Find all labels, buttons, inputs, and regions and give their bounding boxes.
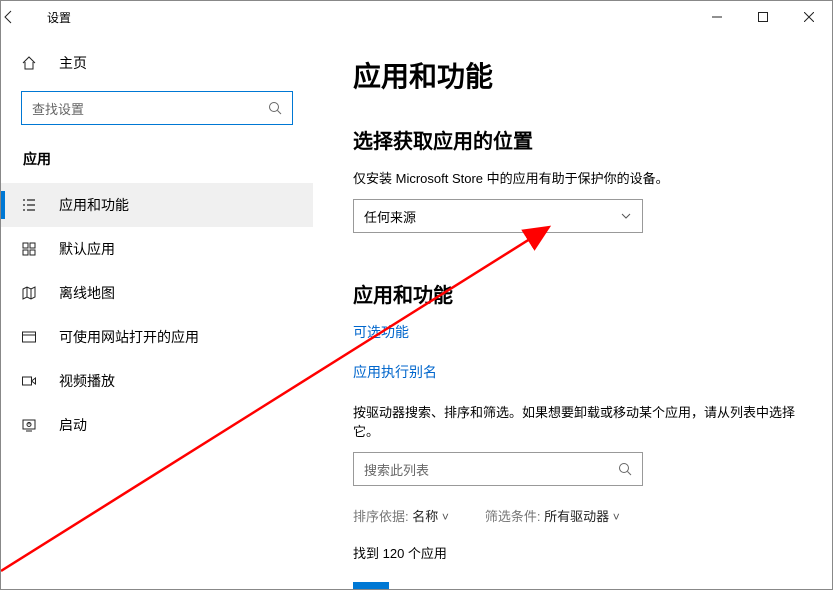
sidebar-item-video-playback[interactable]: 视频播放 (1, 359, 313, 403)
page-title: 应用和功能 (353, 55, 804, 95)
source-dropdown[interactable]: 任何来源 (353, 199, 643, 233)
apps-search-placeholder: 搜索此列表 (364, 460, 429, 479)
sidebar-item-startup[interactable]: 启动 (1, 403, 313, 447)
sidebar: 主页 查找设置 应用 应用和功能 默认应用 (1, 33, 313, 589)
sidebar-item-offline-maps[interactable]: 离线地图 (1, 271, 313, 315)
minimize-button[interactable] (694, 1, 740, 33)
window-title: 设置 (45, 9, 71, 26)
apps-desc: 按驱动器搜索、排序和筛选。如果想要卸载或移动某个应用，请从列表中选择它。 (353, 402, 804, 440)
app-list-item[interactable]: 迅雷下载组件 1.34 MB (353, 582, 804, 589)
sort-control[interactable]: 排序依据: 名称 ˅ (353, 506, 449, 525)
sidebar-item-apps-for-websites[interactable]: 可使用网站打开的应用 (1, 315, 313, 359)
app-icon (353, 582, 389, 589)
sidebar-item-label: 启动 (59, 415, 87, 435)
window-buttons (694, 1, 832, 33)
window-body: 主页 查找设置 应用 应用和功能 默认应用 (1, 33, 832, 589)
filter-label: 筛选条件: (485, 509, 541, 524)
sidebar-home-label: 主页 (59, 53, 87, 73)
search-icon (268, 101, 282, 115)
defaults-icon (21, 241, 41, 257)
chevron-down-icon (620, 210, 632, 222)
sidebar-item-label: 可使用网站打开的应用 (59, 327, 199, 347)
filter-value: 所有驱动器 (544, 509, 609, 524)
chevron-down-icon: ˅ (442, 510, 449, 524)
sidebar-item-label: 默认应用 (59, 239, 115, 259)
search-placeholder: 查找设置 (32, 99, 84, 118)
search-input[interactable]: 查找设置 (21, 91, 293, 125)
back-button[interactable] (1, 9, 45, 25)
sidebar-home[interactable]: 主页 (1, 45, 313, 81)
apps-count: 找到 120 个应用 (353, 543, 804, 562)
sidebar-item-label: 离线地图 (59, 283, 115, 303)
list-icon (21, 197, 41, 213)
source-heading: 选择获取应用的位置 (353, 125, 804, 154)
sort-label: 排序依据: (353, 509, 409, 524)
filter-control[interactable]: 筛选条件: 所有驱动器 ˅ (485, 506, 620, 525)
startup-icon (21, 417, 41, 433)
map-icon (21, 285, 41, 301)
filters-row: 排序依据: 名称 ˅ 筛选条件: 所有驱动器 ˅ (353, 506, 804, 525)
sort-value: 名称 (412, 509, 438, 524)
source-desc: 仅安装 Microsoft Store 中的应用有助于保护你的设备。 (353, 168, 804, 187)
settings-window: 设置 主页 查找设置 应用 (0, 0, 833, 590)
website-icon (21, 329, 41, 345)
home-icon (21, 55, 41, 71)
app-alias-link[interactable]: 应用执行别名 (353, 362, 804, 382)
source-dropdown-value: 任何来源 (364, 207, 416, 226)
maximize-button[interactable] (740, 1, 786, 33)
sidebar-item-label: 视频播放 (59, 371, 115, 391)
sidebar-item-apps-features[interactable]: 应用和功能 (1, 183, 313, 227)
apps-heading: 应用和功能 (353, 279, 804, 308)
optional-features-link[interactable]: 可选功能 (353, 322, 804, 342)
sidebar-section-label: 应用 (1, 139, 313, 183)
search-icon (618, 462, 632, 476)
close-button[interactable] (786, 1, 832, 33)
sidebar-item-label: 应用和功能 (59, 195, 129, 215)
sidebar-item-default-apps[interactable]: 默认应用 (1, 227, 313, 271)
video-icon (21, 373, 41, 389)
chevron-down-icon: ˅ (613, 510, 620, 524)
apps-search-input[interactable]: 搜索此列表 (353, 452, 643, 486)
titlebar: 设置 (1, 1, 832, 33)
main-content: 应用和功能 选择获取应用的位置 仅安装 Microsoft Store 中的应用… (313, 33, 832, 589)
